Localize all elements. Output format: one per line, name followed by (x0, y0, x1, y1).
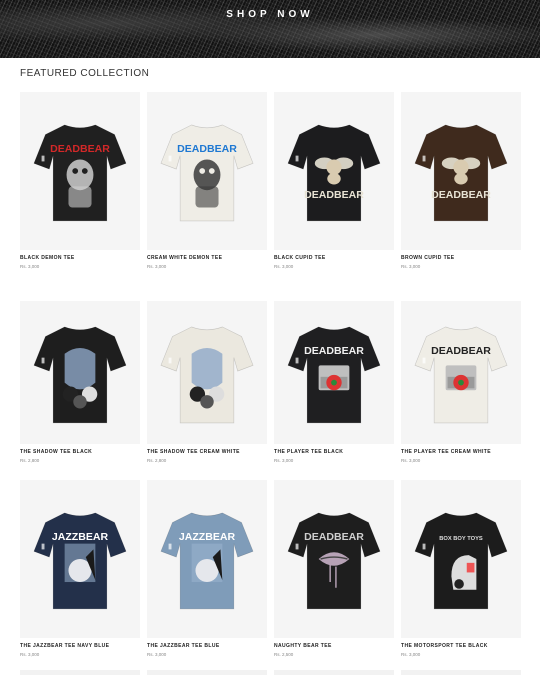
product-name[interactable]: THE MOTORSPORT TEE BLACK (401, 643, 521, 649)
product-price: Rs. 3,000 (401, 652, 421, 657)
tshirt-image: DEADBEAR (287, 124, 381, 222)
product-price: Rs. 3,000 (401, 264, 421, 269)
product-name[interactable]: THE PLAYER TEE BLACK (274, 449, 394, 455)
product-image[interactable]: DEADBEAR (147, 92, 267, 250)
product-image[interactable]: DEADBEAR (401, 301, 521, 444)
shirt-print-text: DEADBEAR (177, 143, 237, 155)
tshirt-image: JAZZBEAR (33, 512, 127, 610)
product-name[interactable]: NAUGHTY BEAR TEE (274, 643, 394, 649)
product-image[interactable]: BOX BOY TOYS (401, 480, 521, 638)
product-price: Rs. 2,500 (274, 652, 294, 657)
product-card[interactable]: DEADBEAR BROWN CUPID TEE Rs. 3,000 (401, 92, 521, 269)
shirt-print-text: DEADBEAR (431, 344, 491, 356)
product-name[interactable]: THE SHADOW TEE BLACK (20, 449, 140, 455)
product-name[interactable]: THE SHADOW TEE CREAM WHITE (147, 449, 267, 455)
product-name[interactable]: BLACK CUPID TEE (274, 255, 394, 261)
product-name[interactable]: BROWN CUPID TEE (401, 255, 521, 261)
product-image[interactable] (147, 301, 267, 444)
product-price: Rs. 2,800 (147, 458, 167, 463)
next-row-card (401, 670, 521, 675)
tshirt-image: DEADBEAR (414, 124, 508, 222)
product-image[interactable]: JAZZBEAR (147, 480, 267, 638)
section-title: FEATURED COLLECTION (20, 68, 150, 79)
product-card[interactable]: DEADBEAR THE PLAYER TEE BLACK Rs. 3,000 (274, 301, 394, 463)
product-price: Rs. 3,000 (274, 264, 294, 269)
product-price: Rs. 3,000 (20, 652, 40, 657)
product-card[interactable]: BOX BOY TOYS THE MOTORSPORT TEE BLACK Rs. … (401, 480, 521, 657)
tshirt-image: DEADBEAR (33, 124, 127, 222)
tshirt-image (33, 326, 127, 423)
product-image[interactable]: JAZZBEAR (20, 480, 140, 638)
product-name[interactable]: THE JAZZBEAR TEE BLUE (147, 643, 267, 649)
product-image[interactable]: DEADBEAR (274, 480, 394, 638)
shirt-print-text: JAZZBEAR (52, 531, 109, 543)
shirt-print-text: JAZZBEAR (179, 531, 236, 543)
tshirt-image: DEADBEAR (287, 326, 381, 423)
product-price: Rs. 3,000 (147, 264, 167, 269)
shop-now-button[interactable]: SHOP NOW (0, 9, 540, 20)
tshirt-image: DEADBEAR (287, 512, 381, 610)
product-card[interactable]: JAZZBEAR THE JAZZBEAR TEE BLUE Rs. 3,000 (147, 480, 267, 657)
product-price: Rs. 3,000 (20, 264, 40, 269)
product-name[interactable]: BLACK DEMON TEE (20, 255, 140, 261)
shirt-print-text: BOX BOY TOYS (439, 536, 483, 542)
product-card[interactable]: DEADBEAR CREAM WHITE DEMON TEE Rs. 3,000 (147, 92, 267, 269)
product-image[interactable]: DEADBEAR (274, 92, 394, 250)
shirt-print-text: DEADBEAR (50, 143, 110, 155)
product-name[interactable]: CREAM WHITE DEMON TEE (147, 255, 267, 261)
product-image[interactable]: DEADBEAR (401, 92, 521, 250)
product-price: Rs. 3,000 (274, 458, 294, 463)
product-card[interactable]: THE SHADOW TEE BLACK Rs. 2,800 (20, 301, 140, 463)
next-row-card (147, 670, 267, 675)
product-price: Rs. 3,000 (401, 458, 421, 463)
product-card[interactable]: DEADBEAR BLACK CUPID TEE Rs. 3,000 (274, 92, 394, 269)
product-name[interactable]: THE JAZZBEAR TEE NAVY BLUE (20, 643, 140, 649)
product-card[interactable]: DEADBEAR BLACK DEMON TEE Rs. 3,000 (20, 92, 140, 269)
product-card[interactable]: THE SHADOW TEE CREAM WHITE Rs. 2,800 (147, 301, 267, 463)
next-row-card (274, 670, 394, 675)
tshirt-image (160, 326, 254, 423)
product-card[interactable]: DEADBEAR NAUGHTY BEAR TEE Rs. 2,500 (274, 480, 394, 657)
next-row-card (20, 670, 140, 675)
product-image[interactable]: DEADBEAR (274, 301, 394, 444)
tshirt-image: BOX BOY TOYS (414, 512, 508, 610)
shirt-print-text: DEADBEAR (304, 531, 364, 543)
tshirt-image: DEADBEAR (160, 124, 254, 222)
product-price: Rs. 2,800 (20, 458, 40, 463)
product-image[interactable] (20, 301, 140, 444)
product-name[interactable]: THE PLAYER TEE CREAM WHITE (401, 449, 521, 455)
product-image[interactable]: DEADBEAR (20, 92, 140, 250)
shirt-print-text: DEADBEAR (304, 189, 364, 201)
product-card[interactable]: JAZZBEAR THE JAZZBEAR TEE NAVY BLUE Rs. 3,… (20, 480, 140, 657)
shirt-print-text: DEADBEAR (304, 344, 364, 356)
hero-banner: SHOP NOW (0, 0, 540, 58)
tshirt-image: JAZZBEAR (160, 512, 254, 610)
product-card[interactable]: DEADBEAR THE PLAYER TEE CREAM WHITE Rs. 3,… (401, 301, 521, 463)
shirt-print-text: DEADBEAR (431, 189, 491, 201)
product-price: Rs. 3,000 (147, 652, 167, 657)
tshirt-image: DEADBEAR (414, 326, 508, 423)
